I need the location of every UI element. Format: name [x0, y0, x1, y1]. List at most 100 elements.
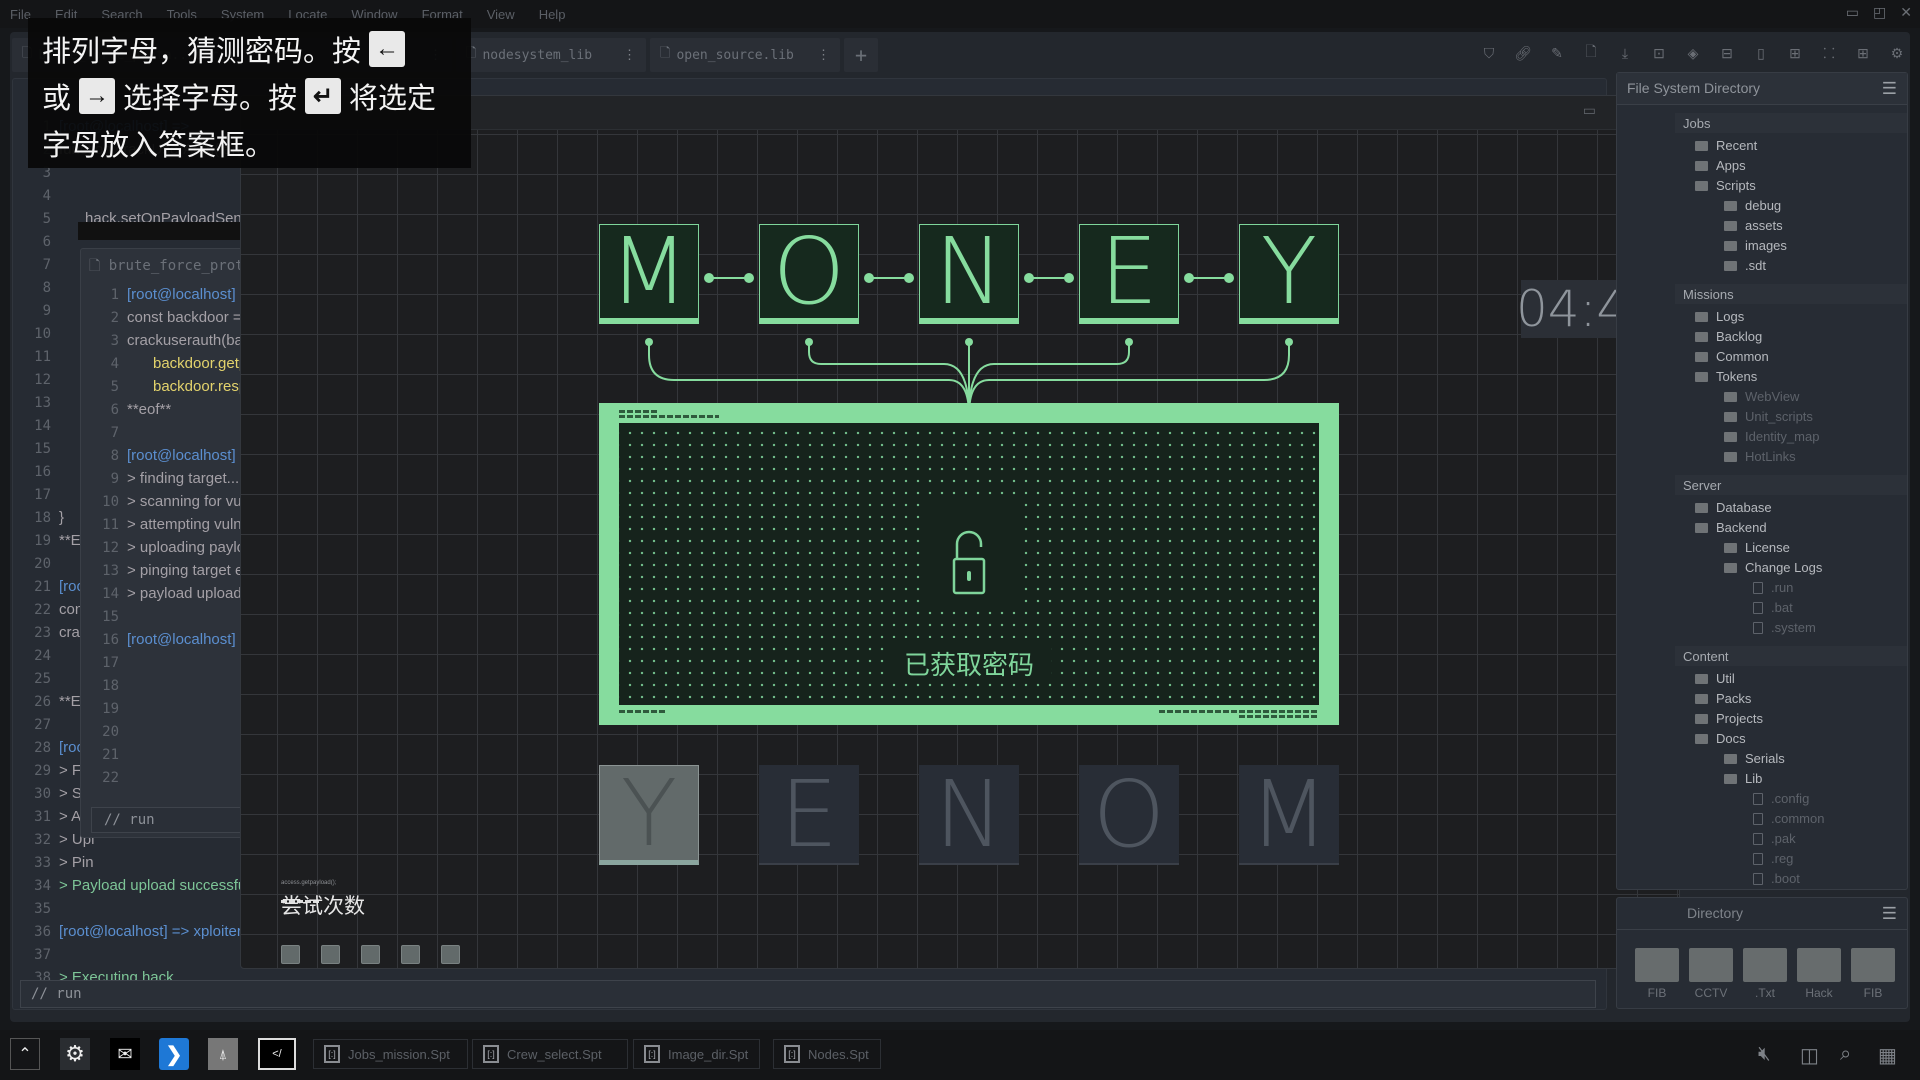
- tree-item[interactable]: .pak: [1753, 831, 1796, 846]
- tree-section[interactable]: Server: [1675, 475, 1907, 495]
- gear-icon[interactable]: ⚙: [1886, 42, 1908, 64]
- line-number: 7: [110, 424, 119, 441]
- terminal-arrow-icon[interactable]: ❯: [159, 1038, 189, 1070]
- mute-icon[interactable]: 🔇︎: [1758, 1043, 1771, 1066]
- close-icon[interactable]: ✕: [1900, 4, 1912, 21]
- tree-item[interactable]: Packs: [1695, 691, 1751, 706]
- answer-slot[interactable]: Y: [1239, 218, 1339, 325]
- folder-shortcut[interactable]: FIB: [1851, 948, 1895, 1000]
- tree-item[interactable]: .system: [1753, 620, 1816, 635]
- tree-section[interactable]: Jobs: [1675, 113, 1907, 133]
- tree-item[interactable]: Change Logs: [1724, 560, 1822, 575]
- script-file-icon: [:]: [644, 1045, 660, 1063]
- folder-shortcut[interactable]: .Txt: [1743, 948, 1787, 1000]
- tree-item[interactable]: Util: [1695, 671, 1735, 686]
- tree-item[interactable]: Lib: [1724, 771, 1762, 786]
- document-icon[interactable]: 🗋: [1580, 42, 1602, 64]
- tree-item[interactable]: .common: [1753, 811, 1824, 826]
- answer-slot[interactable]: E: [1079, 218, 1179, 325]
- taskbar-file[interactable]: [:] Image_dir.Spt: [633, 1039, 760, 1069]
- file-icon: [1753, 581, 1763, 594]
- tree-item[interactable]: Database: [1695, 500, 1772, 515]
- tree-item[interactable]: License: [1724, 540, 1790, 555]
- tree-item[interactable]: Docs: [1695, 731, 1746, 746]
- gear-icon[interactable]: ⚙: [60, 1038, 90, 1070]
- split-view-icon[interactable]: ◫: [1800, 1043, 1819, 1068]
- taskbar-file[interactable]: [:] Jobs_mission.Spt: [313, 1039, 468, 1069]
- tree-item-label: Tokens: [1716, 369, 1758, 384]
- code-text: backdoor.resp: [153, 378, 248, 395]
- tree-item[interactable]: .reg: [1753, 851, 1793, 866]
- tree-item[interactable]: Identity_map: [1724, 429, 1819, 444]
- columns-icon[interactable]: ▯: [1750, 42, 1772, 64]
- grid-4-icon[interactable]: ⊞: [1852, 42, 1874, 64]
- tree-item[interactable]: WebView: [1724, 389, 1799, 404]
- mail-icon[interactable]: ✉: [110, 1038, 140, 1070]
- pencil-icon[interactable]: ✎: [1546, 42, 1568, 64]
- shield-icon[interactable]: ⛉: [1478, 42, 1500, 64]
- tree-item[interactable]: .sdt: [1724, 258, 1766, 273]
- code-line: 10 > scanning for vul: [81, 490, 245, 513]
- code-line: 25: [13, 667, 59, 690]
- frame-icon[interactable]: ⊡: [1648, 42, 1670, 64]
- answer-slot[interactable]: O: [759, 218, 859, 325]
- menu-icon[interactable]: ☰: [1882, 904, 1897, 924]
- letter-tile[interactable]: M: [1239, 761, 1339, 868]
- minimize-icon[interactable]: ▭: [1846, 4, 1859, 21]
- folder-shortcut[interactable]: CCTV: [1689, 948, 1733, 1000]
- tree-item[interactable]: Tokens: [1695, 369, 1757, 384]
- tree-item[interactable]: Scripts: [1695, 178, 1756, 193]
- tree-item[interactable]: images: [1724, 238, 1787, 253]
- tree-section[interactable]: Content: [1675, 646, 1907, 666]
- tree-item[interactable]: debug: [1724, 198, 1781, 213]
- rows-icon[interactable]: ⊞: [1784, 42, 1806, 64]
- taskbar-file[interactable]: [:] Nodes.Spt: [773, 1039, 881, 1069]
- tree-item[interactable]: Unit_scripts: [1724, 409, 1813, 424]
- menu-view[interactable]: View: [487, 7, 515, 22]
- tree-section[interactable]: Missions: [1675, 284, 1907, 304]
- tree-item[interactable]: Backend: [1695, 520, 1767, 535]
- tree-item[interactable]: .run: [1753, 580, 1793, 595]
- folder-shortcut[interactable]: Hack: [1797, 948, 1841, 1000]
- tab-menu-icon[interactable]: ⋮: [623, 48, 636, 63]
- tree-item[interactable]: Apps: [1695, 158, 1746, 173]
- grid-2-icon[interactable]: ⸬: [1818, 42, 1840, 64]
- add-tab-button[interactable]: +: [844, 38, 878, 72]
- letter-tile[interactable]: Y: [599, 760, 699, 867]
- chevron-up-icon[interactable]: ⌃: [10, 1038, 40, 1070]
- run-input[interactable]: // run: [20, 980, 1596, 1008]
- tree-item[interactable]: .boot: [1753, 871, 1800, 886]
- tree-item[interactable]: Common: [1695, 349, 1769, 364]
- tree-item[interactable]: Backlog: [1695, 329, 1762, 344]
- menu-help[interactable]: Help: [539, 7, 566, 22]
- tree-item[interactable]: Serials: [1724, 751, 1785, 766]
- layers-icon[interactable]: ◈: [1682, 42, 1704, 64]
- link-icon[interactable]: 🔗︎: [1512, 42, 1534, 64]
- taskbar-file[interactable]: [:] Crew_select.Spt: [472, 1039, 628, 1069]
- tree-item[interactable]: assets: [1724, 218, 1783, 233]
- answer-slot[interactable]: M: [599, 218, 699, 325]
- code-icon[interactable]: </: [258, 1038, 296, 1070]
- restore-icon[interactable]: ◰: [1873, 4, 1886, 21]
- tree-item[interactable]: HotLinks: [1724, 449, 1796, 464]
- tab-nodesystem-lib[interactable]: 🗋 nodesystem_lib ⋮: [456, 38, 646, 72]
- tree-item[interactable]: Projects: [1695, 711, 1763, 726]
- antenna-icon[interactable]: ⍋: [208, 1038, 238, 1070]
- tree-item[interactable]: .bat: [1753, 600, 1793, 615]
- folder-shortcut[interactable]: FIB: [1635, 948, 1679, 1000]
- tree-item[interactable]: Recent: [1695, 138, 1757, 153]
- download-icon[interactable]: ⤓: [1614, 42, 1636, 64]
- tab-open-source-lib[interactable]: 🗋 open_source.lib ⋮: [650, 38, 840, 72]
- letter-tile[interactable]: E: [759, 761, 859, 868]
- search-icon[interactable]: ⌕: [1840, 1043, 1851, 1066]
- letter-tile[interactable]: N: [919, 761, 1019, 868]
- tree-item[interactable]: Logs: [1695, 309, 1744, 324]
- answer-slot[interactable]: N: [919, 218, 1019, 325]
- split-h-icon[interactable]: ⊟: [1716, 42, 1738, 64]
- letter-tile[interactable]: O: [1079, 761, 1179, 868]
- tree-item[interactable]: .config: [1753, 791, 1809, 806]
- menu-icon[interactable]: ☰: [1882, 79, 1897, 99]
- minimize-icon[interactable]: ▭: [1583, 102, 1596, 119]
- tab-menu-icon[interactable]: ⋮: [817, 48, 830, 63]
- calendar-icon[interactable]: ▦: [1878, 1043, 1897, 1068]
